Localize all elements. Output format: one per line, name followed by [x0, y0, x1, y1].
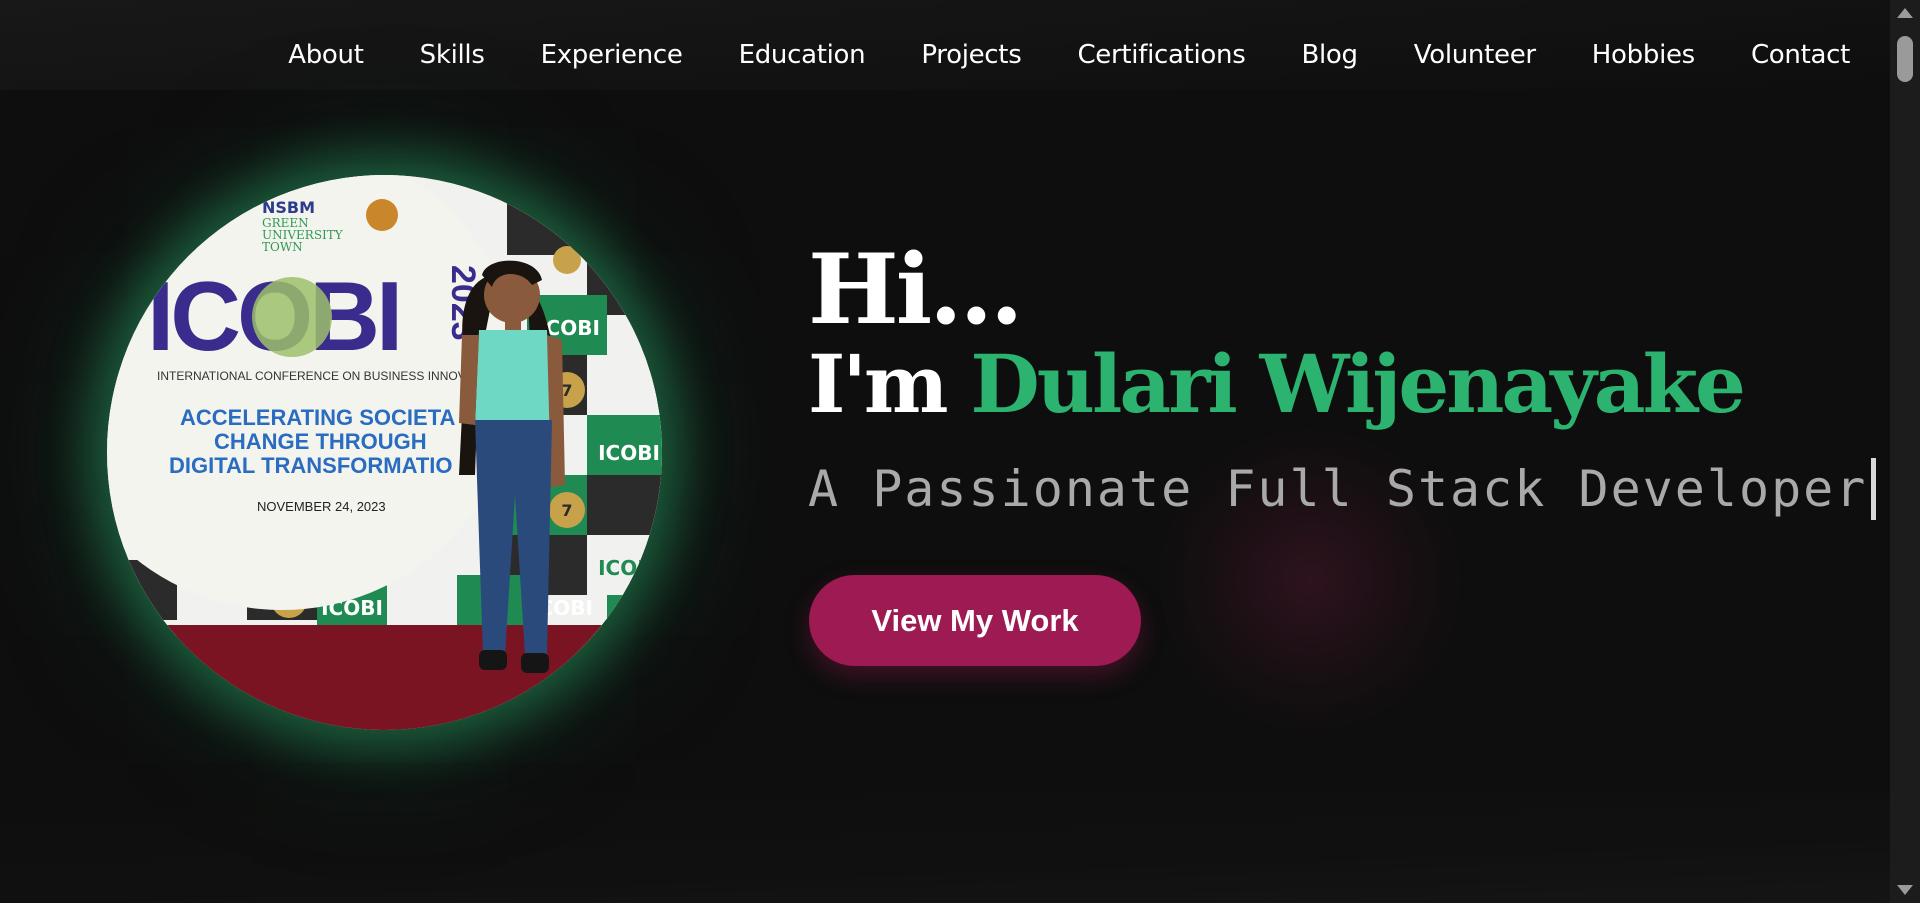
banner-nsbm: NSBM — [262, 198, 315, 217]
banner-line-2: CHANGE THROUGH — [214, 429, 427, 454]
nav-item-volunteer[interactable]: Volunteer — [1414, 40, 1536, 70]
red-carpet — [107, 625, 662, 730]
scroll-up-arrow-icon[interactable] — [1897, 8, 1913, 18]
nav-item-certifications[interactable]: Certifications — [1077, 40, 1245, 70]
banner-line-1: ACCELERATING SOCIETA — [180, 405, 456, 430]
nav-item-blog[interactable]: Blog — [1301, 40, 1358, 70]
view-my-work-button[interactable]: View My Work — [809, 575, 1141, 666]
hero-greeting: Hi... — [808, 233, 1023, 346]
profile-photo: 7 7 7 7 ICOBI ICOBI ICOBI ICOBI ICOBI NS… — [107, 175, 662, 730]
crest-icon — [366, 199, 398, 231]
hero-intro-prefix: I'm — [808, 337, 971, 431]
nav-item-experience[interactable]: Experience — [541, 40, 683, 70]
nav-item-about[interactable]: About — [288, 40, 364, 70]
main-navigation: About Skills Experience Education Projec… — [288, 40, 1850, 70]
tile-badge-4: 7 — [561, 501, 572, 520]
hero-name: Dulari Wijenayake — [970, 337, 1745, 431]
nav-item-projects[interactable]: Projects — [921, 40, 1021, 70]
profile-photo-illustration: 7 7 7 7 ICOBI ICOBI ICOBI ICOBI ICOBI NS… — [107, 175, 662, 730]
tile-label-2: ICOBI — [598, 441, 660, 465]
nav-item-hobbies[interactable]: Hobbies — [1592, 40, 1695, 70]
globe-icon — [252, 277, 332, 357]
nav-item-contact[interactable]: Contact — [1751, 40, 1850, 70]
typing-cursor — [1871, 458, 1877, 520]
hero-tagline-text: A Passionate Full Stack Developer — [808, 460, 1868, 518]
hero-tagline: A Passionate Full Stack Developer — [808, 458, 1877, 520]
tile-label-3: ICOBI — [598, 556, 660, 580]
hero-intro: I'm Dulari Wijenayake — [808, 337, 1746, 431]
banner-line-3: DIGITAL TRANSFORMATIO — [169, 453, 453, 478]
nav-item-education[interactable]: Education — [739, 40, 866, 70]
scroll-down-arrow-icon[interactable] — [1897, 885, 1913, 895]
vertical-scrollbar[interactable] — [1890, 0, 1920, 903]
banner-town: TOWN — [262, 240, 303, 254]
nav-item-skills[interactable]: Skills — [420, 40, 485, 70]
banner-conference: INTERNATIONAL CONFERENCE ON BUSINESS INN… — [157, 369, 466, 383]
hero-heading: Hi... I'm Dulari Wijenayake — [808, 233, 1746, 431]
footer-background — [0, 793, 1890, 903]
banner-date: NOVEMBER 24, 2023 — [257, 499, 386, 514]
page: About Skills Experience Education Projec… — [0, 0, 1920, 903]
scrollbar-thumb[interactable] — [1897, 36, 1913, 82]
